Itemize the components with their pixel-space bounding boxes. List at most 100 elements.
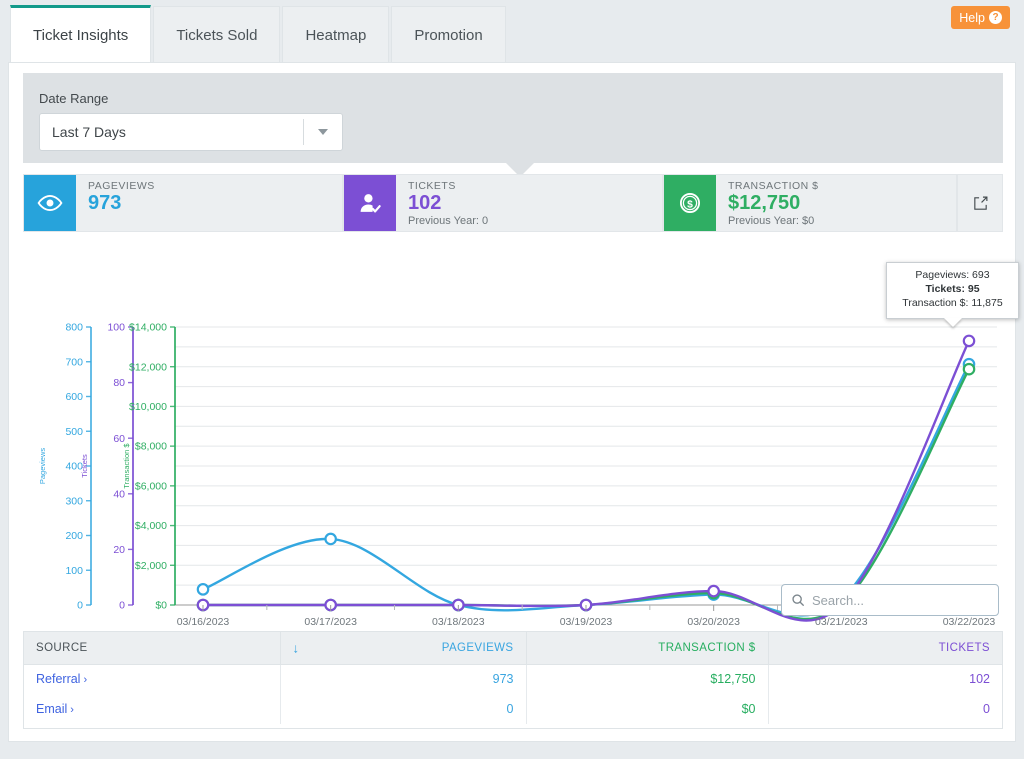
svg-text:03/17/2023: 03/17/2023 [304, 616, 357, 628]
kpi-value: 102 [408, 192, 442, 214]
svg-text:500: 500 [65, 426, 83, 438]
kpi-title: TRANSACTION $ [728, 180, 819, 192]
svg-text:0: 0 [77, 600, 83, 612]
svg-text:$6,000: $6,000 [135, 480, 167, 492]
svg-text:Tickets: Tickets [80, 454, 89, 478]
svg-text:$2,000: $2,000 [135, 560, 167, 572]
svg-text:03/18/2023: 03/18/2023 [432, 616, 485, 628]
svg-text:60: 60 [113, 433, 125, 445]
cell-transaction: $12,750 [526, 664, 769, 694]
source-link-referral[interactable]: Referral [36, 672, 80, 686]
user-check-icon [344, 175, 396, 231]
help-button-label: Help [959, 10, 985, 25]
tab-promotion[interactable]: Promotion [391, 6, 506, 63]
tab-label: Heatmap [305, 26, 367, 44]
column-header-label: PAGEVIEWS [441, 641, 514, 654]
date-range-value: Last 7 Days [52, 124, 126, 140]
cell-pageviews: 0 [280, 694, 527, 724]
svg-text:100: 100 [107, 322, 125, 334]
tooltip-arrow [943, 317, 962, 327]
kpi-row: PAGEVIEWS 973 TICKETS 102 Previous Year:… [23, 174, 1003, 232]
tab-heatmap[interactable]: Heatmap [282, 6, 390, 63]
chevron-down-icon[interactable] [304, 129, 342, 135]
date-range-label: Date Range [39, 91, 109, 106]
main-panel: Date Range Last 7 Days PAGEVIEWS 973 TIC… [8, 62, 1019, 742]
tab-list: Ticket Insights Tickets Sold Heatmap Pro… [10, 5, 508, 63]
tab-ticket-insights[interactable]: Ticket Insights [10, 5, 152, 63]
table-header: SOURCE ↓ PAGEVIEWS TRANSACTION $ TICKETS [24, 632, 1002, 665]
svg-text:20: 20 [113, 544, 125, 556]
search-box[interactable] [781, 584, 999, 616]
tooltip-tickets: Tickets: 95 [925, 282, 980, 295]
svg-text:700: 700 [65, 356, 83, 368]
kpi-previous-year: Previous Year: $0 [728, 215, 815, 227]
ticket-insights-page: Ticket Insights Tickets Sold Heatmap Pro… [0, 0, 1024, 759]
source-link-email[interactable]: Email [36, 702, 67, 716]
svg-text:300: 300 [65, 495, 83, 507]
svg-text:03/19/2023: 03/19/2023 [560, 616, 613, 628]
svg-text:600: 600 [65, 391, 83, 403]
search-icon [792, 594, 804, 606]
cell-tickets: 102 [969, 672, 990, 687]
svg-text:100: 100 [65, 565, 83, 577]
cell-transaction: $0 [526, 694, 769, 724]
svg-text:200: 200 [65, 530, 83, 542]
column-header-tickets[interactable]: TICKETS [768, 632, 1002, 665]
table-body: Referral › 973 $12,750 102 Email › 0 $0 0 [24, 664, 1002, 724]
kpi-card-tickets[interactable]: TICKETS 102 Previous Year: 0 [343, 174, 663, 232]
tab-bar: Ticket Insights Tickets Sold Heatmap Pro… [0, 0, 1024, 63]
help-button[interactable]: Help ? [951, 6, 1010, 29]
chart-svg: 0100200300400500600700800Pageviews020406… [38, 322, 997, 628]
svg-text:Pageviews: Pageviews [38, 448, 47, 485]
pencil-edit-icon [973, 196, 987, 210]
svg-text:$12,000: $12,000 [129, 361, 167, 373]
svg-text:03/22/2023: 03/22/2023 [943, 616, 996, 628]
chevron-right-icon[interactable]: › [83, 674, 87, 686]
date-range-select[interactable]: Last 7 Days [39, 113, 343, 151]
tooltip-transaction: Transaction $: 11,875 [902, 296, 1003, 309]
column-header-pageviews[interactable]: ↓ PAGEVIEWS [280, 632, 527, 665]
svg-text:$4,000: $4,000 [135, 520, 167, 532]
cell-tickets: 0 [983, 702, 990, 716]
table: SOURCE ↓ PAGEVIEWS TRANSACTION $ TICKETS… [24, 632, 1002, 724]
svg-text:Transaction $: Transaction $ [122, 443, 131, 489]
question-mark-icon: ? [989, 11, 1002, 24]
cell-source: Referral › [24, 664, 281, 694]
cell-pageviews: 973 [280, 664, 527, 694]
svg-text:$10,000: $10,000 [129, 401, 167, 413]
date-range-panel: Date Range Last 7 Days [23, 73, 1003, 163]
column-header-source[interactable]: SOURCE [24, 632, 281, 665]
tab-label: Promotion [414, 26, 483, 44]
kpi-card-pageviews[interactable]: PAGEVIEWS 973 [23, 174, 343, 232]
tab-label: Ticket Insights [33, 27, 129, 44]
svg-text:03/20/2023: 03/20/2023 [687, 616, 740, 628]
svg-text:40: 40 [113, 488, 125, 500]
svg-text:$: $ [687, 200, 693, 211]
svg-text:800: 800 [65, 322, 83, 334]
tab-label: Tickets Sold [176, 26, 258, 44]
table-row: Referral › 973 $12,750 102 [24, 664, 1002, 694]
svg-text:80: 80 [113, 377, 125, 389]
table-header-row: SOURCE ↓ PAGEVIEWS TRANSACTION $ TICKETS [24, 632, 1002, 665]
tab-tickets-sold[interactable]: Tickets Sold [153, 6, 281, 63]
eye-icon [24, 175, 76, 231]
sort-descending-icon[interactable]: ↓ [293, 641, 300, 654]
svg-text:03/21/2023: 03/21/2023 [815, 616, 868, 628]
svg-text:$14,000: $14,000 [129, 322, 167, 334]
svg-text:0: 0 [119, 600, 125, 612]
cell-source: Email › [24, 694, 281, 724]
tooltip-pageviews: Pageviews: 693 [915, 269, 990, 281]
kpi-title: PAGEVIEWS [88, 180, 155, 192]
column-header-transaction[interactable]: TRANSACTION $ [526, 632, 769, 665]
multi-axis-line-chart: 0 100 200 300 400 500 600 700 800 Pageviews 0 20 40 6… [23, 241, 1003, 641]
search-input[interactable] [812, 592, 989, 608]
kpi-value: 973 [88, 192, 122, 214]
dollar-coin-icon: $ [664, 175, 716, 231]
edit-kpis-button[interactable] [957, 174, 1003, 232]
kpi-card-transaction[interactable]: $ TRANSACTION $ $12,750 Previous Year: $… [663, 174, 957, 232]
kpi-value: $12,750 [728, 192, 801, 214]
table-row: Email › 0 $0 0 [24, 694, 1002, 724]
kpi-title: TICKETS [408, 180, 456, 192]
chevron-right-icon[interactable]: › [70, 704, 74, 716]
svg-text:$0: $0 [155, 600, 167, 612]
